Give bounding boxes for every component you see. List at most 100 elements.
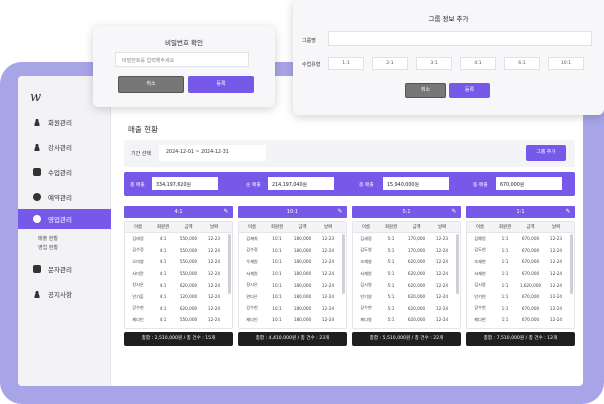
table-cell: 김도현	[474, 247, 486, 253]
table-cell: 550,000	[179, 259, 198, 265]
table-cell: 10:1	[272, 294, 282, 300]
table-cell: 장시은	[132, 282, 144, 288]
table-row: 연다은 10:1 180,000 12-24	[239, 291, 346, 303]
table-cell: 김시영	[360, 282, 372, 288]
table-cell: 10:1	[272, 247, 282, 253]
confirm-button[interactable]: 등록	[188, 76, 254, 93]
scrollbar[interactable]	[228, 234, 231, 294]
sidebar-item-label: 영업관리	[48, 216, 72, 224]
table-cell: 10:1	[272, 271, 282, 277]
page-title: 매출 현황	[128, 125, 158, 134]
sidebar-subitem-business-status[interactable]: 영업 현황	[38, 244, 58, 251]
edit-icon[interactable]: ✎	[451, 209, 457, 215]
table-cell: 4:1	[159, 247, 167, 253]
table-cell: 12-24	[549, 317, 563, 323]
sidebar-item-sales[interactable]: 영업관리	[18, 209, 111, 229]
card-title: 1:1	[516, 209, 525, 215]
table-cell: 1:1	[501, 236, 509, 242]
table-cell: 1:1	[501, 317, 509, 323]
table-cell: 620,000	[179, 282, 198, 288]
table-body: 김제희 10:1 180,000 12-23 김수정 10:1 180,000 12-24 우재…	[239, 233, 346, 326]
edit-icon[interactable]: ✎	[565, 209, 571, 215]
table-row: 김도현 1:1 670,000 12-24	[467, 245, 574, 257]
cancel-button[interactable]: 취소	[405, 83, 446, 98]
table-cell: 12-24	[435, 305, 449, 311]
modal-title: 그룹 정보 추가	[428, 15, 469, 23]
ratio-option[interactable]: 4:1	[460, 57, 496, 70]
table-cell: 4:1	[159, 317, 167, 323]
sales-table: 이름 회원권 금액 날짜 김세정 5:1 170,000 12-23 김도영 5:1 170…	[352, 221, 461, 329]
table-cell: 550,000	[179, 317, 198, 323]
table-cell: 5:1	[387, 294, 395, 300]
app-window: w 회원관리 강사관리 수업관리 예약관리 영업관리 매출 현황 영업 현황 문…	[18, 76, 583, 386]
confirm-button[interactable]: 등록	[449, 83, 490, 98]
group-name-input[interactable]	[328, 31, 592, 46]
table-cell: 강수현	[132, 305, 144, 311]
summary-label: 총 매출	[130, 183, 145, 188]
table-cell: 12-24	[435, 271, 449, 277]
ratio-option[interactable]: 2:1	[372, 57, 408, 70]
card-total: 총합 : 4,410,000원 / 총 건수 : 23개	[238, 332, 347, 346]
table-cell: 12-24	[207, 282, 221, 288]
edit-icon[interactable]: ✎	[337, 209, 343, 215]
ratio-option[interactable]: 3:1	[416, 57, 452, 70]
sidebar-item-messages[interactable]: 문자관리	[18, 259, 111, 279]
table-cell: 10:1	[272, 259, 282, 265]
scrollbar[interactable]	[456, 234, 459, 294]
sidebar-item-reservations[interactable]: 예약관리	[18, 187, 111, 207]
calendar-icon	[33, 168, 41, 176]
table-cell: 12-24	[549, 259, 563, 265]
table-cell: 서미란	[132, 270, 144, 276]
table-cell: 4:1	[159, 259, 167, 265]
table-cell: 12-24	[321, 294, 335, 300]
sidebar-subitem-sales-status[interactable]: 매출 현황	[38, 235, 58, 242]
table-cell: 180,000	[293, 236, 312, 242]
sidebar-item-instructors[interactable]: 강사관리	[18, 137, 111, 157]
table-cell: 180,000	[293, 271, 312, 277]
megaphone-icon	[33, 290, 41, 298]
add-group-button[interactable]: 그룹 추가	[526, 145, 566, 161]
table-cell: 김세정	[360, 235, 372, 241]
table-row: 안기현 1:1 670,000 12-24	[467, 291, 574, 303]
table-cell: 안기현	[474, 293, 486, 299]
sidebar-item-members[interactable]: 회원관리	[18, 112, 111, 132]
filter-panel: 기간 선택 2024-12-01 ~ 2024-12-31 그룹 추가	[124, 140, 575, 167]
summary-value: 334,197,620원	[152, 177, 218, 190]
table-cell: 12-23	[207, 236, 221, 242]
table-cell: 김수정	[132, 247, 144, 253]
ratio-option[interactable]: 10:1	[548, 57, 584, 70]
date-range-input[interactable]: 2024-12-01 ~ 2024-12-31	[159, 145, 266, 161]
table-cell: 5:1	[387, 236, 395, 242]
sidebar-item-label: 강사관리	[48, 144, 72, 152]
table-cell: 4:1	[159, 236, 167, 242]
card-title: 4:1	[174, 209, 183, 215]
scrollbar[interactable]	[342, 234, 345, 294]
column-header: 날짜	[323, 225, 333, 230]
sidebar-item-notices[interactable]: 공지사항	[18, 284, 111, 304]
column-header: 회원권	[384, 225, 398, 230]
table-cell: 1:1	[501, 294, 509, 300]
chart-icon	[33, 215, 41, 223]
ratio-option[interactable]: 6:1	[504, 57, 540, 70]
table-cell: 120,000	[179, 294, 198, 300]
password-input[interactable]: 비밀번호를 입력해주세요	[115, 52, 249, 67]
edit-icon[interactable]: ✎	[223, 209, 229, 215]
cancel-button[interactable]: 취소	[118, 76, 184, 93]
card-header: 10:1 ✎	[238, 206, 347, 218]
table-cell: 4:1	[159, 305, 167, 311]
card-header: 4:1 ✎	[124, 206, 233, 218]
table-row: 강수현 1:1 670,000 12-24	[467, 303, 574, 315]
sidebar-item-classes[interactable]: 수업관리	[18, 162, 111, 182]
table-cell: 김시영	[474, 282, 486, 288]
table-cell: 강수현	[246, 305, 258, 311]
table-cell: 12-24	[321, 305, 335, 311]
table-cell: 연다은	[246, 293, 258, 299]
ratio-option[interactable]: 1:1	[328, 57, 364, 70]
column-header: 금액	[298, 225, 307, 230]
table-row: 제다영 5:1 620,000 12-24	[353, 314, 460, 326]
table-header: 이름 회원권 금액 날짜	[239, 222, 346, 233]
table-cell: 안기훈	[132, 293, 144, 299]
table-cell: 550,000	[179, 247, 198, 253]
table-cell: 670,000	[521, 305, 540, 311]
scrollbar[interactable]	[570, 234, 573, 294]
